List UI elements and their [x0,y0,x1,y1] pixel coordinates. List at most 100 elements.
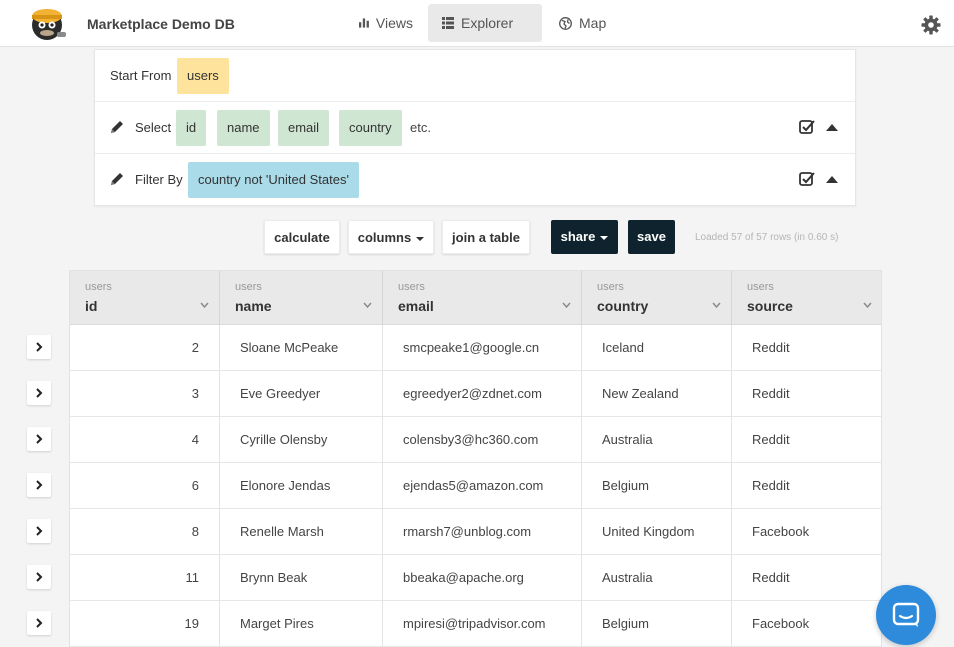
results-table: users id users name users email users country us… [69,270,882,647]
cell-id: 19 [70,601,220,647]
column-chip-country[interactable]: country [339,110,402,146]
table-row[interactable]: 4 Cyrille Olensby colensby3@hc360.com Austr… [70,417,881,463]
nav-map[interactable]: Map [545,4,625,42]
cell-country: Iceland [582,325,732,371]
table-row[interactable]: 2 Sloane McPeake smcpeake1@google.cn Icelan… [70,325,881,371]
pencil-icon[interactable] [109,171,125,187]
chevron-right-icon [36,572,43,582]
share-label: share [560,229,596,244]
cell-source: Reddit [752,340,790,355]
calculate-label: calculate [274,230,330,245]
main-nav: Views Explorer Map [345,4,625,42]
logo-icon[interactable] [29,4,69,42]
chevron-down-icon[interactable] [200,302,209,308]
row-expand-button[interactable] [27,565,51,589]
chevron-right-icon [36,388,43,398]
cell-email: rmarsh7@unblog.com [383,509,582,555]
chevron-down-icon[interactable] [363,302,372,308]
share-button[interactable]: share [551,220,618,254]
globe-icon [559,16,572,30]
cell-email: egreedyer2@zdnet.com [383,371,582,417]
chat-icon [892,602,920,627]
chat-button[interactable] [876,585,936,645]
cell-country: Australia [582,417,732,463]
cell-email: ejendas5@amazon.com [383,463,582,509]
nav-views-label: Views [375,15,413,31]
caret-up-icon[interactable] [825,174,839,184]
row-expand-button[interactable] [27,381,51,405]
chevron-right-icon [36,526,43,536]
join-table-label: join a table [452,230,520,245]
column-chip-name[interactable]: name [217,110,270,146]
gear-icon[interactable] [921,15,941,35]
pencil-icon[interactable] [109,119,125,135]
cell-source: Facebook [752,616,810,631]
chevron-down-icon[interactable] [562,302,571,308]
start-from-label: Start From [110,68,172,83]
column-header-name: id [85,298,98,314]
filter-chip[interactable]: country not 'United States' [188,162,359,198]
table-row[interactable]: 6 Elonore Jendas ejendas5@amazon.com Belgiu… [70,463,881,509]
columns-label: columns [357,230,412,245]
columns-button[interactable]: columns [348,220,434,254]
cell-name: Brynn Beak [220,555,383,601]
column-header-country[interactable]: users country [582,271,732,325]
cell-name: Eve Greedyer [220,371,383,417]
save-label: save [637,229,666,244]
cell-country: New Zealand [582,371,732,417]
column-header-table: users [235,281,262,293]
row-expand-button[interactable] [27,335,51,359]
save-button[interactable]: save [628,220,675,254]
column-header-name: name [235,298,272,314]
column-header-email[interactable]: users email [383,271,582,325]
table-row[interactable]: 19 Marget Pires mpiresi@tripadvisor.com Bel… [70,601,881,647]
cell-source: Reddit [752,386,790,401]
filter-row: Filter By country not 'United States' [95,154,855,206]
start-from-row: Start From users [95,50,855,102]
cell-name: Sloane McPeake [220,325,383,371]
nav-views[interactable]: Views [345,4,427,42]
chevron-right-icon [36,342,43,352]
chevron-down-icon[interactable] [863,302,872,308]
cell-source: Reddit [752,570,790,585]
caret-up-icon[interactable] [825,122,839,132]
column-header-id[interactable]: users id [70,271,220,325]
cell-source: Reddit [752,432,790,447]
top-header: Marketplace Demo DB Views Explorer Map [0,0,954,47]
load-status: Loaded 57 of 57 rows (in 0.60 s) [695,232,839,243]
cell-id: 4 [70,417,220,463]
app-title: Marketplace Demo DB [87,16,235,32]
row-expand-button[interactable] [27,519,51,543]
column-header-name: source [747,298,793,314]
chevron-down-icon[interactable] [712,302,721,308]
column-header-source[interactable]: users source [732,271,881,325]
cell-name: Elonore Jendas [220,463,383,509]
table-row[interactable]: 3 Eve Greedyer egreedyer2@zdnet.com New Zea… [70,371,881,417]
column-chip-id[interactable]: id [176,110,207,146]
more-columns-label: etc. [410,120,431,135]
bar-chart-icon [359,18,369,28]
cell-id: 2 [70,325,220,371]
row-expand-button[interactable] [27,473,51,497]
chevron-down-icon [600,235,609,240]
table-row[interactable]: 8 Renelle Marsh rmarsh7@unblog.com United K… [70,509,881,555]
checkbox-icon[interactable] [799,171,815,187]
join-table-button[interactable]: join a table [442,220,530,254]
row-expand-button[interactable] [27,427,51,451]
nav-explorer[interactable]: Explorer [428,4,542,42]
calculate-button[interactable]: calculate [264,220,340,254]
checkbox-icon[interactable] [799,119,815,135]
column-header-name: country [597,298,649,314]
cell-id: 6 [70,463,220,509]
table-row[interactable]: 11 Brynn Beak bbeaka@apache.org Australia Re… [70,555,881,601]
row-expand-button[interactable] [27,611,51,635]
list-icon [442,17,454,29]
table-chip[interactable]: users [177,58,229,94]
column-chip-email[interactable]: email [278,110,330,146]
column-header-name[interactable]: users name [220,271,383,325]
cell-country: Australia [582,555,732,601]
query-builder: Start From users Select id name email co… [94,49,856,206]
cell-name: Cyrille Olensby [220,417,383,463]
cell-name: Renelle Marsh [220,509,383,555]
nav-explorer-label: Explorer [461,15,514,31]
